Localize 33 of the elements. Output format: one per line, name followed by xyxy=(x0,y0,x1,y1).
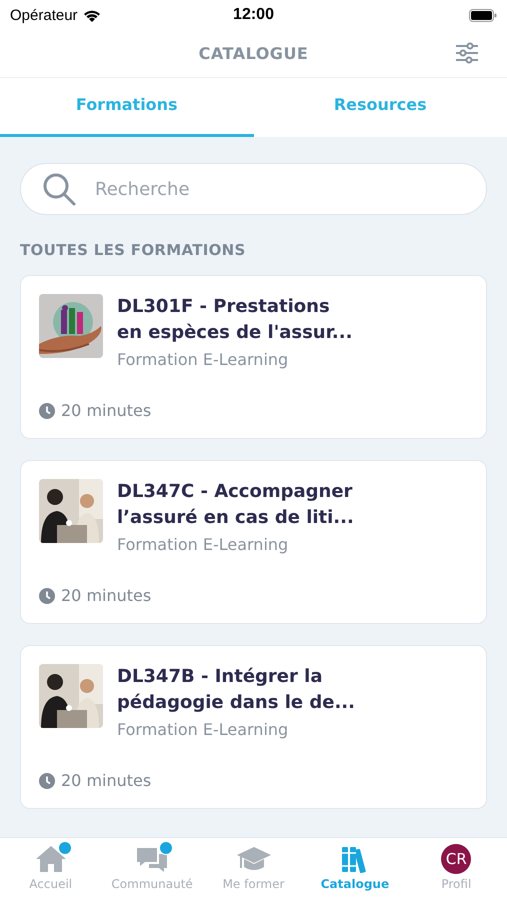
screen-title: CATALOGUE xyxy=(198,44,308,63)
nav-tab[interactable]: CR Profil xyxy=(406,838,507,900)
home-icon xyxy=(34,844,68,874)
clock-icon xyxy=(39,588,55,604)
carrier-name: Opérateur xyxy=(10,6,78,24)
clock-time: 12:00 xyxy=(233,6,274,24)
course-duration: 20 minutes xyxy=(61,401,152,420)
nav-tab[interactable]: Catalogue xyxy=(304,838,406,900)
tab[interactable]: Formations xyxy=(0,78,254,137)
course-card[interactable]: DL347C - Accompagner l’assuré en cas de liti... Formation E-Learning 20 minutes xyxy=(20,460,487,624)
tab[interactable]: Resources xyxy=(254,78,507,137)
section-title: TOUTES LES FORMATIONS xyxy=(20,241,246,259)
filter-settings-icon[interactable] xyxy=(455,41,479,65)
nav-tab[interactable]: Communauté xyxy=(101,838,203,900)
course-title: DL347C - Accompagner l’assuré en cas de liti... xyxy=(117,480,355,530)
search-field[interactable]: Recherche xyxy=(20,163,487,215)
clock-icon xyxy=(39,402,55,418)
course-type: Formation E-Learning xyxy=(117,350,290,369)
course-duration: 20 minutes xyxy=(61,586,152,605)
nav-tab[interactable]: Me former xyxy=(202,838,304,900)
course-type: Formation E-Learning xyxy=(117,535,290,554)
course-card[interactable]: DL347B - Intégrer la pédagogie dans le de... Formation E-Learning 20 minutes xyxy=(20,645,487,809)
avatar: CR xyxy=(441,844,472,874)
course-type: Formation E-Learning xyxy=(117,720,290,739)
nav-tab[interactable]: Accueil xyxy=(0,838,102,900)
course-duration: 20 minutes xyxy=(61,771,152,790)
course-card[interactable]: DL301F - Prestations en espèces de l'assur... Formation E-Learning 20 minutes xyxy=(20,275,487,439)
course-title: DL347B - Intégrer la pédagogie dans le de... xyxy=(117,665,356,715)
course-title: DL301F - Prestations en espèces de l'assur... xyxy=(117,295,354,345)
battery-icon xyxy=(469,8,498,22)
clock-icon xyxy=(39,772,55,788)
search-icon xyxy=(42,172,76,206)
wifi-icon xyxy=(82,8,101,22)
